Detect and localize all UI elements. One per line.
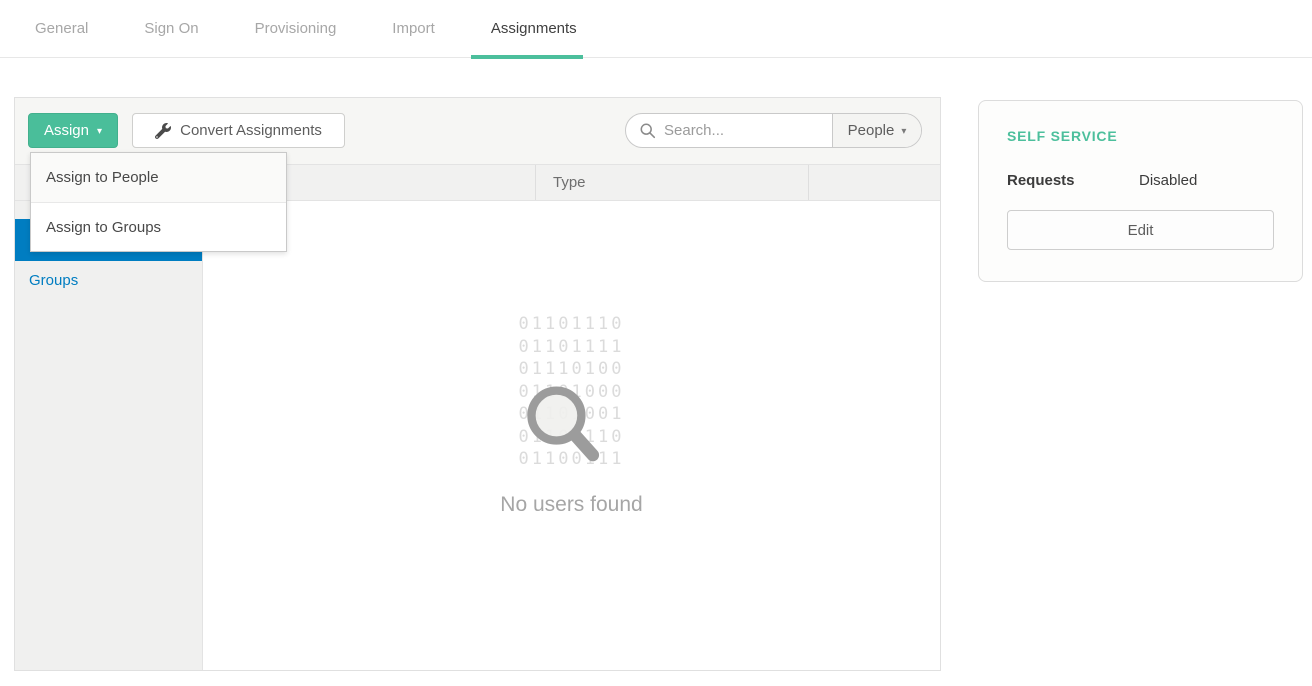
sidebar-item-groups[interactable]: Groups [15,261,202,301]
search-input[interactable] [664,122,824,139]
empty-state-art: 01101110 01101111 01110100 01101000 0110… [519,313,625,471]
menu-item-assign-to-people[interactable]: Assign to People [31,153,286,202]
requests-row: Requests Disabled [1007,172,1274,189]
magnifier-icon [513,375,617,484]
tab-label: Assignments [491,20,577,37]
self-service-panel: SELF SERVICE Requests Disabled Edit [978,100,1303,282]
self-service-title: SELF SERVICE [1007,128,1274,144]
tab-provisioning[interactable]: Provisioning [253,0,339,58]
search-pill: People ▾ [625,113,922,148]
search-field-area [626,114,832,147]
edit-button[interactable]: Edit [1007,210,1274,250]
caret-down-icon: ▾ [97,127,102,137]
caret-down-icon: ▾ [901,127,906,137]
menu-item-label: Assign to Groups [46,219,161,236]
sidebar-item-label: Groups [29,272,78,289]
column-header-type: Type [535,165,808,200]
search-icon [639,122,656,139]
tab-label: Provisioning [255,20,337,37]
binary-line: 01101111 [519,336,625,359]
assign-button-label: Assign [44,122,89,139]
tab-label: Import [392,20,435,37]
tab-assignments[interactable]: Assignments [489,0,579,58]
filter-sidebar: People Groups [15,201,203,670]
convert-assignments-button[interactable]: Convert Assignments [132,113,345,148]
app-tabbar: General Sign On Provisioning Import Assi… [0,0,1312,58]
search-scope-dropdown[interactable]: People ▾ [832,114,921,147]
tab-general[interactable]: General [33,0,90,58]
binary-line: 01101110 [519,313,625,336]
tab-label: General [35,20,88,37]
table-empty-area: 01101110 01101111 01110100 01101000 0110… [203,201,940,670]
assign-button[interactable]: Assign ▾ [28,113,118,148]
convert-assignments-label: Convert Assignments [180,122,322,139]
search-scope-label: People [848,122,895,139]
menu-item-assign-to-groups[interactable]: Assign to Groups [31,202,286,251]
tab-sign-on[interactable]: Sign On [142,0,200,58]
wrench-icon [155,123,171,139]
tab-label: Sign On [144,20,198,37]
requests-label: Requests [1007,172,1139,189]
tab-import[interactable]: Import [390,0,437,58]
empty-state-message: No users found [500,493,642,517]
menu-item-label: Assign to People [46,169,159,186]
assign-dropdown-menu: Assign to People Assign to Groups [30,152,287,252]
column-header-actions [808,165,940,200]
requests-value: Disabled [1139,172,1197,189]
